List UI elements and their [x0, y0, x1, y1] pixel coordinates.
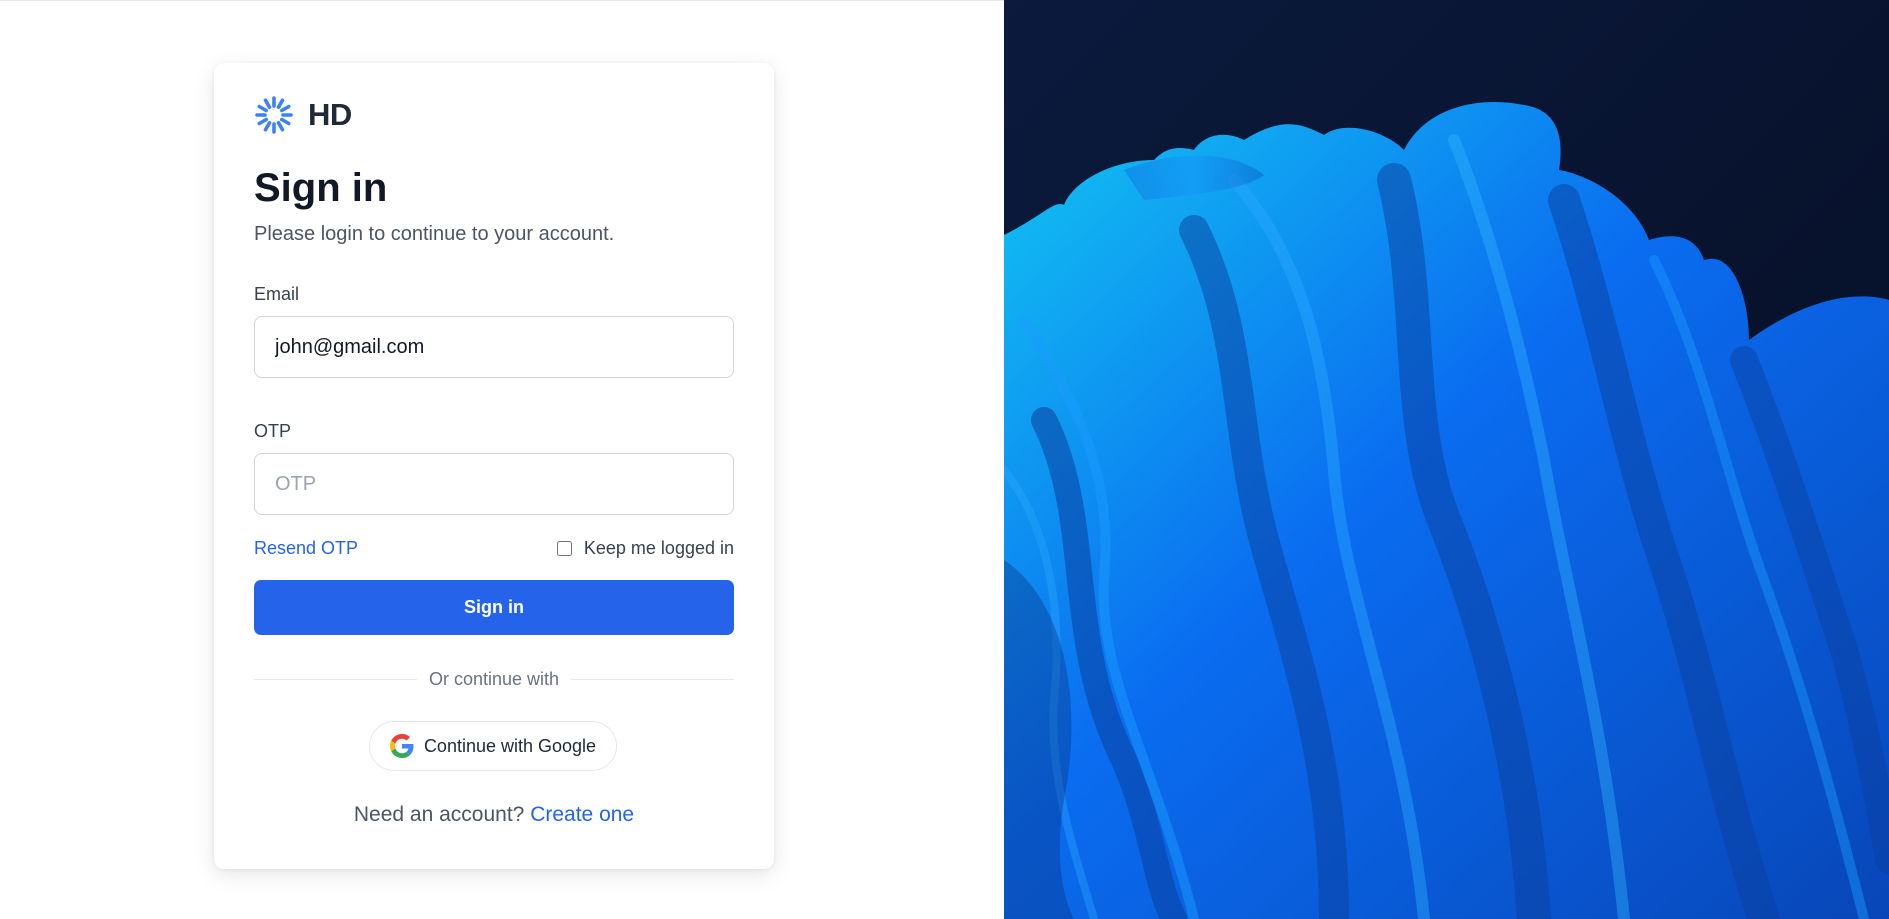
- resend-otp-link[interactable]: Resend OTP: [254, 537, 358, 559]
- keep-logged-in[interactable]: Keep me logged in: [556, 537, 734, 559]
- abstract-wave-art: [1004, 0, 1889, 919]
- keep-logged-in-label: Keep me logged in: [583, 538, 734, 558]
- brand-name: HD: [308, 97, 352, 132]
- spinner-sun-icon: [255, 96, 293, 134]
- or-divider: Or continue with: [254, 667, 734, 691]
- google-icon: [389, 734, 414, 758]
- sign-in-pane: HD Sign in Please login to continue to y…: [0, 0, 1004, 919]
- google-sign-in-button[interactable]: Continue with Google: [369, 721, 617, 771]
- google-button-label: Continue with Google: [423, 735, 597, 756]
- create-account-line: Need an account? Create one: [214, 801, 774, 829]
- brand: HD: [254, 95, 352, 135]
- otp-field[interactable]: [254, 453, 734, 515]
- divider-text: Or continue with: [428, 669, 560, 689]
- sign-in-card: HD Sign in Please login to continue to y…: [214, 63, 774, 869]
- hero-image: [1004, 0, 1889, 919]
- divider-line-left: [254, 678, 417, 680]
- keep-logged-in-checkbox[interactable]: [556, 540, 572, 556]
- create-account-link[interactable]: Create one: [530, 803, 634, 826]
- page-subtitle: Please login to continue to your account…: [254, 223, 615, 245]
- divider-line-right: [571, 678, 734, 680]
- otp-label: OTP: [254, 421, 292, 441]
- sign-in-button[interactable]: Sign in: [254, 580, 734, 635]
- email-field[interactable]: [254, 316, 734, 378]
- email-label: Email: [254, 284, 300, 304]
- page-title: Sign in: [254, 166, 388, 210]
- account-prompt: Need an account?: [353, 803, 525, 826]
